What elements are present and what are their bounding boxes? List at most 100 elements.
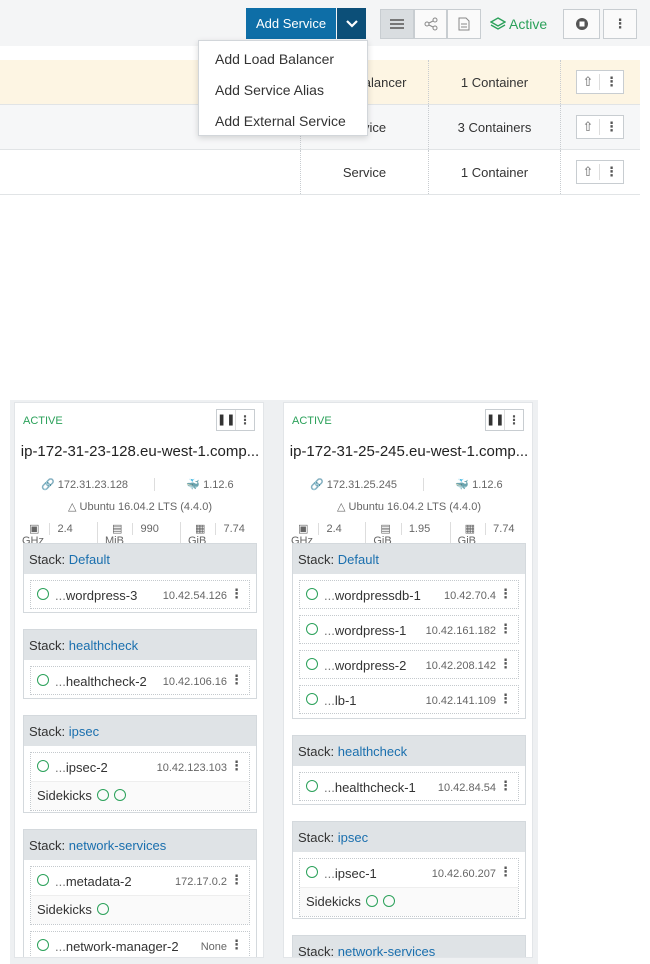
linux-icon: △ [336,501,346,513]
container-item[interactable]: ...lb-1 10.42.141.109 ⋮ [299,685,519,714]
container-ip: None [200,941,227,953]
graph-view-button[interactable] [414,9,447,39]
table-row[interactable]: Service 1 Container ⇧ ⋮ [0,150,640,195]
stack-link[interactable]: healthcheck [69,638,138,653]
more-menu-button[interactable]: ⋮ [603,9,637,39]
container-count: 1 Container [428,60,560,104]
stop-stack-button[interactable] [563,9,600,39]
row-actions[interactable]: ⇧ ⋮ [576,115,624,139]
more-icon[interactable]: ⋮ [236,410,254,430]
sidekicks-row: Sidekicks [31,896,249,924]
stack-group: Stack: ipsec ...ipsec-2 10.42.123.103 ⋮ … [23,715,257,813]
list-view-button[interactable] [380,9,414,39]
menu-item-add-load-balancer[interactable]: Add Load Balancer [215,51,334,67]
container-item[interactable]: ...wordpress-1 10.42.161.182 ⋮ [299,615,519,644]
docker-version: 1.12.6 [203,479,234,491]
pause-icon[interactable]: ❚❚ [486,410,505,430]
stack-link[interactable]: ipsec [69,724,99,739]
sidekick-status-icon[interactable] [96,903,109,915]
running-status-icon [37,874,49,886]
container-item[interactable]: ...ipsec-1 10.42.60.207 ⋮ [300,859,518,888]
chevron-down-icon [345,19,358,28]
sidekicks-row: Sidekicks [300,888,518,916]
host-name[interactable]: ip-172-31-23-128.eu-west-1.comp... [15,443,263,460]
memory-icon: ▤ [112,523,123,535]
more-icon[interactable]: ⋮ [505,410,523,430]
menu-item-add-external-service[interactable]: Add External Service [215,113,346,129]
container-name: metadata-2 [65,874,132,889]
link-icon: 🔗 [40,479,55,491]
stack-link[interactable]: Default [338,552,379,567]
more-icon[interactable]: ⋮ [230,758,243,774]
running-status-icon [37,588,49,600]
list-view-icon [390,19,404,29]
sidekick-status-icon[interactable] [382,895,395,907]
graph-view-icon [424,17,437,31]
running-status-icon [306,623,318,635]
container-item[interactable]: ...wordpressdb-1 10.42.70.4 ⋮ [299,580,519,609]
container-name: wordpressdb-1 [334,588,421,603]
docker-icon: 🐳 [186,479,201,491]
more-icon[interactable]: ⋮ [499,778,512,794]
memory-icon: ▤ [380,523,391,535]
more-icon[interactable]: ⋮ [230,672,243,688]
container-ip: 10.42.60.207 [431,868,496,880]
host-card: ACTIVE ❚❚ ⋮ ip-172-31-25-245.eu-west-1.co… [283,402,533,958]
container-item[interactable]: ...ipsec-2 10.42.123.103 ⋮ [31,753,249,782]
container-count: 3 Containers [428,105,560,149]
running-status-icon [37,674,49,686]
sidekick-status-icon[interactable] [113,789,126,801]
host-ip: 172.31.23.128 [57,479,129,491]
more-icon[interactable]: ⋮ [230,586,243,602]
container-item[interactable]: ...healthcheck-1 10.42.84.54 ⋮ [299,772,519,801]
sidekick-status-icon[interactable] [365,895,378,907]
menu-item-add-service-alias[interactable]: Add Service Alias [215,82,324,98]
more-icon[interactable]: ⋮ [499,586,512,602]
disk-icon: ▦ [195,523,206,535]
more-icon[interactable]: ⋮ [230,937,243,953]
stack-link[interactable]: network-services [69,838,167,853]
more-icon[interactable]: ⋮ [499,691,512,707]
container-name: wordpress-1 [334,623,407,638]
host-card: ACTIVE ❚❚ ⋮ ip-172-31-23-128.eu-west-1.co… [14,402,264,958]
add-service-dropdown-toggle[interactable] [337,8,366,39]
link-icon: 🔗 [309,479,324,491]
add-service-button[interactable]: Add Service [246,8,336,39]
upgrade-icon[interactable]: ⇧ [577,74,601,90]
more-icon[interactable]: ⋮ [230,872,243,888]
compose-file-button[interactable] [447,9,481,39]
container-item[interactable]: ...metadata-2 172.17.0.2 ⋮ [31,867,249,896]
stack-group: Stack: Default ...wordpressdb-1 10.42.70… [292,543,526,719]
more-icon[interactable]: ⋮ [600,74,623,90]
row-actions[interactable]: ⇧ ⋮ [576,160,624,184]
upgrade-icon[interactable]: ⇧ [577,164,601,180]
row-actions[interactable]: ⇧ ⋮ [576,70,624,94]
host-name[interactable]: ip-172-31-25-245.eu-west-1.comp... [284,443,532,460]
cpu-icon: ▣ [29,523,40,535]
running-status-icon [306,658,318,670]
container-item[interactable]: ...network-manager-2 None ⋮ [30,931,250,957]
more-icon[interactable]: ⋮ [499,621,512,637]
host-ip: 172.31.25.245 [326,479,398,491]
sidekicks-row: Sidekicks [31,782,249,810]
pause-icon[interactable]: ❚❚ [217,410,236,430]
container-item[interactable]: ...healthcheck-2 10.42.106.16 ⋮ [30,666,250,695]
stack-link[interactable]: healthcheck [338,744,407,759]
more-icon[interactable]: ⋮ [600,164,623,180]
more-icon[interactable]: ⋮ [600,119,623,135]
container-ip: 172.17.0.2 [175,876,227,888]
running-status-icon [306,588,318,600]
host-actions: ❚❚ ⋮ [216,409,255,431]
stack-link[interactable]: Default [69,552,110,567]
sidekick-status-icon[interactable] [96,789,109,801]
more-icon[interactable]: ⋮ [499,864,512,880]
container-ip: 10.42.208.142 [425,660,496,672]
more-icon[interactable]: ⋮ [499,656,512,672]
container-item[interactable]: ...wordpress-3 10.42.54.126 ⋮ [30,580,250,609]
compose-file-icon [458,17,470,31]
upgrade-icon[interactable]: ⇧ [577,119,601,135]
stack-link[interactable]: network-services [338,944,436,957]
container-item[interactable]: ...wordpress-2 10.42.208.142 ⋮ [299,650,519,679]
container-ip: 10.42.106.16 [162,676,227,688]
stack-link[interactable]: ipsec [338,830,368,845]
